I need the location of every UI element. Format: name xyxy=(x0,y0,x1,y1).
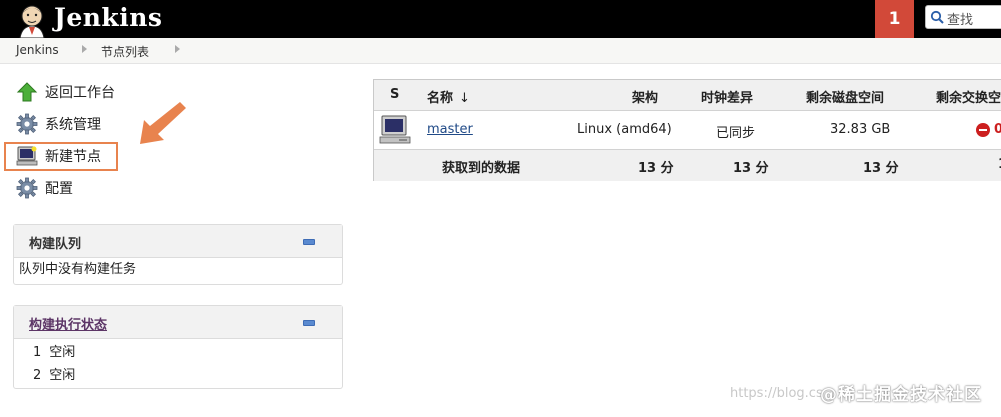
sort-down-icon: ↓ xyxy=(459,91,470,106)
stop-icon xyxy=(976,123,990,137)
node-clock: 已同步 xyxy=(716,126,756,141)
footer-clock: 13 分 xyxy=(733,161,769,176)
footer-disk: 13 分 xyxy=(863,161,899,176)
task-label: 返回工作台 xyxy=(45,85,115,101)
watermark-url: https://blog.cs xyxy=(730,386,823,401)
column-header-arch[interactable]: 架构 xyxy=(632,87,658,106)
task-back-to-dashboard[interactable]: 返回工作台 xyxy=(16,80,115,104)
table-header: S 名称 ↓ 架构 时钟差异 剩余磁盘空间 剩余交换空 xyxy=(374,80,1001,111)
computer-icon xyxy=(379,115,411,144)
breadcrumb-separator[interactable] xyxy=(82,45,87,53)
column-header-clock[interactable]: 时钟差异 xyxy=(701,87,753,106)
executor-status-header: 构建执行状态 xyxy=(14,306,342,339)
watermark: @稀土掘金技术社区 xyxy=(820,385,982,405)
column-header-disk[interactable]: 剩余磁盘空间 xyxy=(806,87,884,106)
brand-title[interactable]: Jenkins xyxy=(54,3,162,32)
search-icon xyxy=(930,10,944,24)
build-queue-title: 构建队列 xyxy=(29,237,82,252)
collapse-icon[interactable] xyxy=(303,239,315,245)
build-queue-empty-text: 队列中没有构建任务 xyxy=(19,262,137,277)
node-disk: 32.83 GB xyxy=(830,122,891,137)
task-label: 系统管理 xyxy=(45,117,101,133)
breadcrumb-node-list[interactable]: 节点列表 xyxy=(101,43,149,60)
search-placeholder: 查找 xyxy=(947,13,974,28)
executor-number: 2 xyxy=(33,368,42,383)
executor-status-title[interactable]: 构建执行状态 xyxy=(29,314,107,333)
node-swap: 0 xyxy=(994,122,1001,137)
pointer-arrow-icon xyxy=(140,102,186,144)
jenkins-logo-icon[interactable] xyxy=(14,2,50,38)
breadcrumb-jenkins[interactable]: Jenkins xyxy=(16,43,59,57)
table-footer: 获取到的数据 13 分 13 分 13 分 1 xyxy=(374,150,1001,181)
build-queue-pane: 构建队列 队列中没有构建任务 xyxy=(13,224,343,285)
build-queue-header: 构建队列 xyxy=(14,225,342,258)
breadcrumb: Jenkins 节点列表 xyxy=(0,38,1001,64)
task-manage-jenkins[interactable]: 系统管理 xyxy=(16,112,101,136)
up-arrow-icon xyxy=(16,82,38,102)
column-header-swap[interactable]: 剩余交换空 xyxy=(936,87,1001,106)
executor-number: 1 xyxy=(33,345,42,360)
footer-arch: 13 分 xyxy=(638,161,674,176)
highlight-box xyxy=(4,142,118,171)
column-header-s[interactable]: S xyxy=(390,87,399,102)
search-input[interactable]: 查找 xyxy=(925,5,1001,29)
gear-icon xyxy=(16,113,38,135)
collapse-icon[interactable] xyxy=(303,320,315,326)
executor-status: 空闲 xyxy=(49,368,76,383)
task-configure[interactable]: 配置 xyxy=(16,176,73,200)
gear-icon xyxy=(16,177,38,199)
node-arch: Linux (amd64) xyxy=(577,122,672,137)
nodes-table: S 名称 ↓ 架构 时钟差异 剩余磁盘空间 剩余交换空 master Linux … xyxy=(373,79,1001,181)
notification-badge[interactable]: 1 xyxy=(875,0,914,38)
executor-status: 空闲 xyxy=(49,345,76,360)
footer-label: 获取到的数据 xyxy=(442,161,521,176)
executor-row: 2 空闲 xyxy=(14,364,342,387)
top-header: Jenkins 1 查找 xyxy=(0,0,1001,38)
column-header-name[interactable]: 名称 ↓ xyxy=(427,87,470,106)
node-link-master[interactable]: master xyxy=(427,122,473,137)
column-header-name-label: 名称 xyxy=(427,91,454,106)
table-row: master Linux (amd64) 已同步 32.83 GB 0 xyxy=(374,111,1001,150)
breadcrumb-separator[interactable] xyxy=(175,45,180,53)
task-label: 配置 xyxy=(45,181,73,197)
executor-status-pane: 构建执行状态 1 空闲 2 空闲 xyxy=(13,305,343,389)
executor-row: 1 空闲 xyxy=(14,341,342,364)
